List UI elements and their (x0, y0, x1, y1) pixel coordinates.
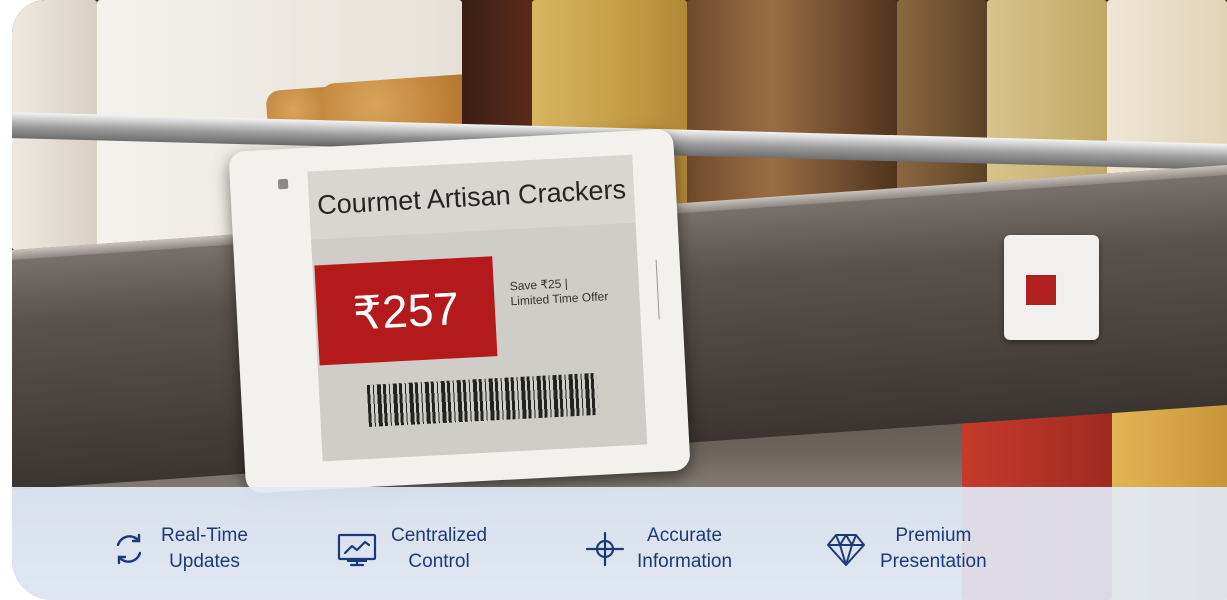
feature-real-time-updates: Real-Time Updates (109, 523, 248, 575)
feature-bar: Real-Time Updates Centralized Control Ac… (12, 487, 1227, 600)
hero-card: Courmet Artisan Crackers ₹257 Save ₹25 |… (12, 0, 1227, 600)
label-led (277, 178, 289, 190)
product-name: Courmet Artisan Crackers (307, 154, 636, 240)
electronic-shelf-label: Courmet Artisan Crackers ₹257 Save ₹25 |… (228, 128, 691, 494)
diamond-icon (827, 534, 865, 566)
feature-premium-presentation: Premium Presentation (824, 523, 987, 575)
promo-text: Save ₹25 | Limited Time Offer (509, 273, 630, 309)
label-screen: Courmet Artisan Crackers ₹257 Save ₹25 |… (307, 154, 648, 462)
price-tag-red-block (1026, 275, 1056, 305)
background-price-tag (1004, 235, 1099, 340)
barcode (366, 372, 599, 427)
feature-label: Centralized Control (391, 525, 488, 572)
feature-label: Accurate Information (637, 525, 733, 572)
refresh-icon (116, 533, 142, 565)
monitor-chart-icon (337, 533, 377, 567)
feature-label: Premium Presentation (880, 525, 987, 572)
price-badge: ₹257 (314, 256, 498, 366)
label-side-marking (655, 258, 673, 320)
feature-label: Real-Time Updates (161, 525, 248, 572)
feature-centralized-control: Centralized Control (335, 523, 487, 575)
feature-accurate-information: Accurate Information (585, 523, 732, 575)
crosshair-icon (585, 531, 625, 567)
